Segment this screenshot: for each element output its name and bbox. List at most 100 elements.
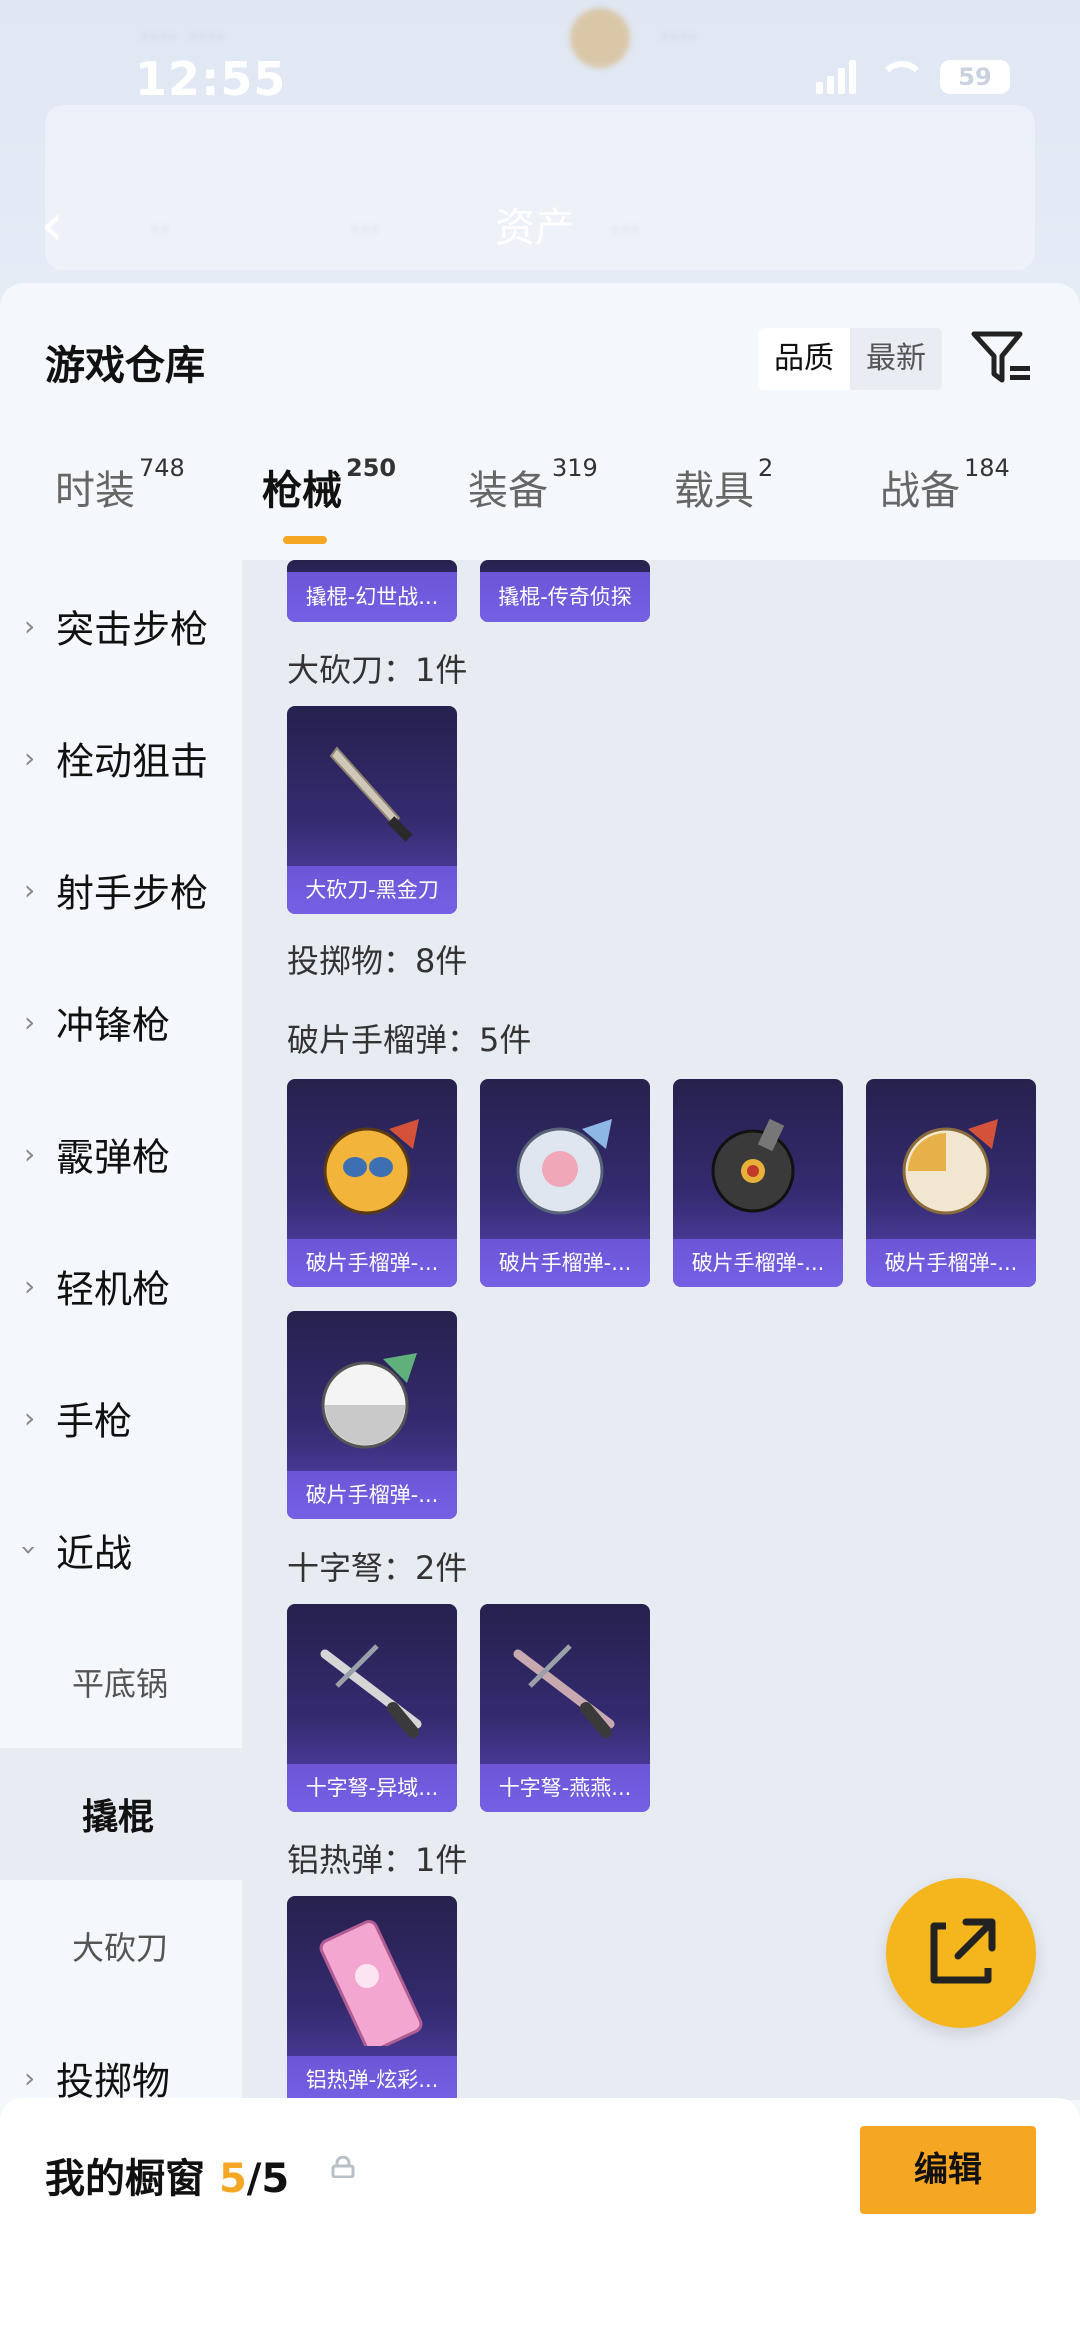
nav-label: 撬棍 <box>82 1797 155 1838</box>
item-name: 破片手榴弹-... <box>287 1471 457 1519</box>
crossbow-image <box>320 1644 422 1738</box>
category-tabs: 时装 748 枪械 250 装备 319 载具 2 战备 184 <box>0 454 1080 558</box>
item-card[interactable]: 撬棍-传奇侦探 <box>480 560 650 622</box>
item-card[interactable]: 铝热弹-炫彩... <box>287 1896 457 2100</box>
faint-text: ···· <box>660 20 699 55</box>
signal-icon <box>816 60 856 94</box>
chevron-right-icon: › <box>24 1401 36 1435</box>
section-label-machete: 大砍刀：1件 <box>287 651 468 689</box>
nav-machete[interactable]: 大砍刀 <box>0 1880 242 2012</box>
nav-label: 大砍刀 <box>72 1929 169 1967</box>
chevron-right-icon: › <box>24 2061 36 2095</box>
item-card[interactable]: 十字弩-燕燕... <box>480 1604 650 1812</box>
chevron-right-icon: › <box>24 609 36 643</box>
item-card[interactable]: 十字弩-异域... <box>287 1604 457 1812</box>
item-name: 破片手榴弹-... <box>866 1239 1036 1287</box>
nav-melee[interactable]: › 近战 <box>0 1484 242 1616</box>
battery-icon: 59 <box>940 60 1010 94</box>
item-name: 破片手榴弹-... <box>673 1239 843 1287</box>
nav-label: 霰弹枪 <box>56 1135 171 1180</box>
item-name: 撬棍-幻世战... <box>287 572 457 622</box>
nav-pistol[interactable]: › 手枪 <box>0 1352 242 1484</box>
section-label-thermite: 铝热弹：1件 <box>287 1841 468 1879</box>
chevron-right-icon: › <box>24 1005 36 1039</box>
item-grid: 撬棍-幻世战... 撬棍-传奇侦探 大砍刀：1件 大砍刀-黑金刀 投掷物：8件 … <box>242 560 1080 2100</box>
chevron-right-icon: › <box>24 741 36 775</box>
active-tab-indicator <box>283 536 327 544</box>
showcase-count: 5 <box>218 2156 247 2202</box>
tab-vehicles[interactable]: 载具 2 <box>674 454 773 516</box>
tab-fashion[interactable]: 时装 748 <box>55 454 185 516</box>
tab-count: 184 <box>964 454 1010 482</box>
lock-icon <box>331 2156 355 2178</box>
nav-bolt-sniper[interactable]: › 栓动狙击 <box>0 692 242 824</box>
showcase-title: 我的橱窗 <box>45 2156 205 2202</box>
status-time: 12:55 <box>135 52 287 106</box>
item-card[interactable]: 破片手榴弹-... <box>866 1079 1036 1287</box>
tab-label: 战备 <box>880 468 960 514</box>
chevron-down-icon: › <box>13 1544 47 1556</box>
back-arrow-icon[interactable]: ‹ <box>40 190 64 260</box>
faint-text: ··· <box>610 210 641 248</box>
item-card[interactable]: 破片手榴弹-... <box>673 1079 843 1287</box>
tab-label: 载具 <box>674 468 754 514</box>
faint-text: ·· <box>150 210 171 248</box>
item-name: 破片手榴弹-... <box>287 1239 457 1287</box>
item-card[interactable]: 撬棍-幻世战... <box>287 560 457 622</box>
nav-label: 突击步枪 <box>56 607 209 652</box>
filter-icon[interactable] <box>970 328 1034 388</box>
chevron-right-icon: › <box>24 1137 36 1171</box>
tab-count: 2 <box>758 454 774 482</box>
sort-toggle: 品质 最新 <box>758 328 942 390</box>
grenade-image <box>902 1119 998 1215</box>
chevron-right-icon: › <box>24 1269 36 1303</box>
tab-tactical[interactable]: 战备 184 <box>880 454 1010 516</box>
crossbow-image <box>513 1644 615 1738</box>
item-card[interactable]: 大砍刀-黑金刀 <box>287 706 457 914</box>
nav-label: 手枪 <box>56 1399 133 1444</box>
grenade-image <box>323 1119 419 1215</box>
sort-quality[interactable]: 品质 <box>758 328 850 390</box>
weapon-type-nav: › 突击步枪 › 栓动狙击 › 射手步枪 › 冲锋枪 › 霰弹枪 › 轻机枪 ›… <box>0 560 242 2104</box>
nav-label: 近战 <box>56 1531 133 1576</box>
item-card[interactable]: 破片手榴弹-... <box>287 1311 457 1519</box>
edit-button[interactable]: 编辑 <box>860 2126 1036 2214</box>
nav-label: 射手步枪 <box>56 871 209 916</box>
wifi-icon <box>876 61 926 93</box>
item-card[interactable]: 破片手榴弹-... <box>287 1079 457 1287</box>
grenade-image <box>516 1119 612 1215</box>
nav-label: 冲锋枪 <box>56 1003 171 1048</box>
nav-marksman-rifle[interactable]: › 射手步枪 <box>0 824 242 956</box>
item-name: 铝热弹-炫彩... <box>287 2056 457 2100</box>
background-title: 资产 <box>495 205 575 251</box>
tab-label: 时装 <box>55 468 135 514</box>
showcase-total: /5 <box>246 2156 290 2202</box>
nav-label: 平底锅 <box>72 1665 169 1703</box>
section-label-frag: 破片手榴弹：5件 <box>287 1021 532 1059</box>
grenade-image <box>711 1118 795 1213</box>
tab-equipment[interactable]: 装备 319 <box>468 454 598 516</box>
nav-shotgun[interactable]: › 霰弹枪 <box>0 1088 242 1220</box>
tab-firearms[interactable]: 枪械 250 <box>262 454 396 516</box>
nav-smg[interactable]: › 冲锋枪 <box>0 956 242 1088</box>
tab-count: 319 <box>552 454 598 482</box>
tab-count: 748 <box>139 454 185 482</box>
thermite-image <box>319 1920 423 2046</box>
grenade-image <box>321 1353 417 1449</box>
item-name: 大砍刀-黑金刀 <box>287 866 457 914</box>
sort-newest[interactable]: 最新 <box>850 328 942 390</box>
tab-label: 装备 <box>468 468 548 514</box>
avatar <box>570 8 630 68</box>
item-card[interactable]: 破片手榴弹-... <box>480 1079 650 1287</box>
nav-label: 栓动狙击 <box>56 739 209 784</box>
tab-label: 枪械 <box>262 468 342 514</box>
nav-assault-rifle[interactable]: › 突击步枪 <box>0 560 242 692</box>
nav-frying-pan[interactable]: 平底锅 <box>0 1616 242 1748</box>
nav-crowbar[interactable]: 撬棍 <box>0 1748 242 1880</box>
chevron-right-icon: › <box>24 873 36 907</box>
nav-lmg[interactable]: › 轻机枪 <box>0 1220 242 1352</box>
tab-count: 250 <box>346 454 397 482</box>
share-button[interactable] <box>886 1878 1036 2028</box>
item-name: 破片手榴弹-... <box>480 1239 650 1287</box>
section-label-throwables: 投掷物：8件 <box>287 942 468 980</box>
